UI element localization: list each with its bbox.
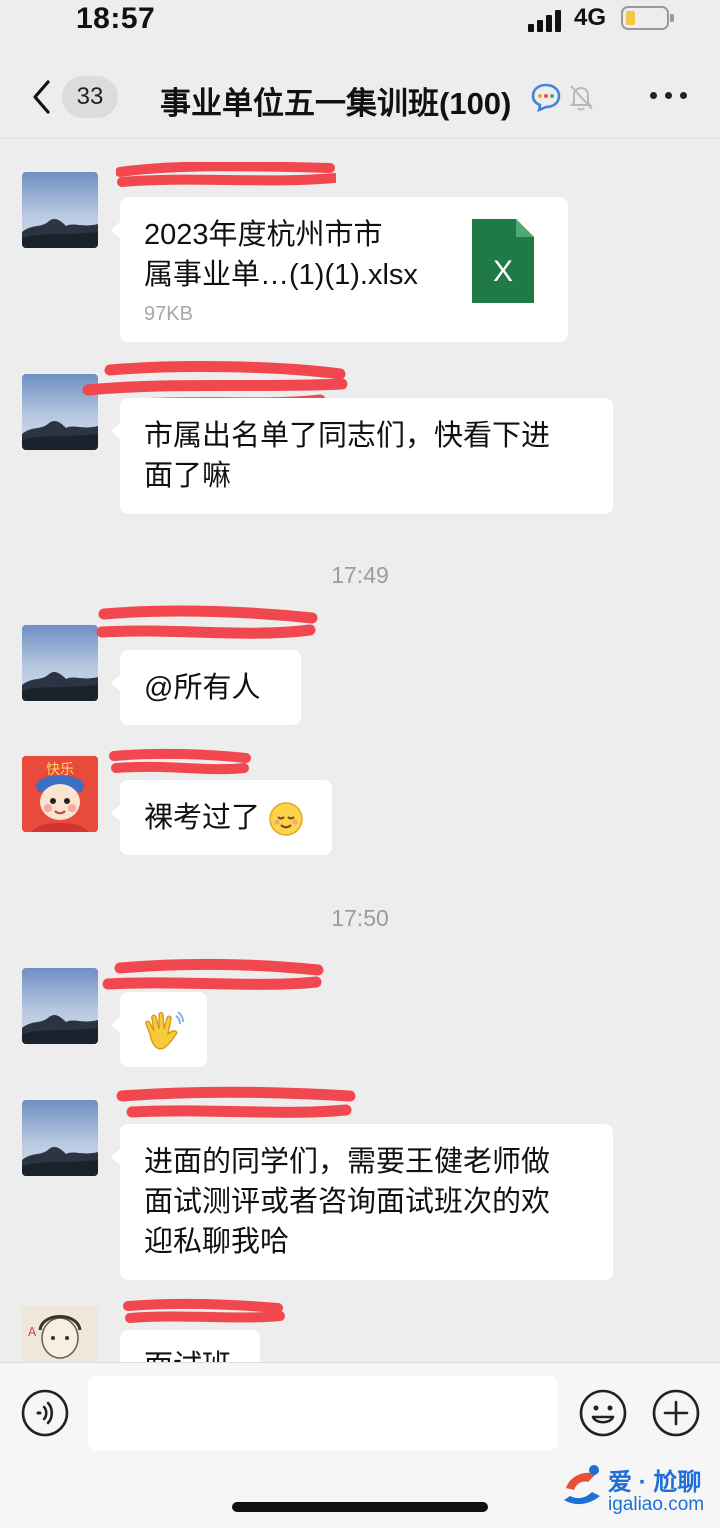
landscape-avatar[interactable] bbox=[22, 172, 98, 248]
landscape-avatar[interactable] bbox=[22, 968, 98, 1044]
nav-divider bbox=[0, 138, 720, 139]
voice-icon[interactable] bbox=[20, 1388, 70, 1438]
message-input[interactable] bbox=[88, 1376, 558, 1450]
watermark: 爱 · 尬聊 igaliao.com bbox=[556, 1460, 716, 1520]
excel-file-icon: X bbox=[472, 219, 534, 303]
sketch-avatar[interactable]: A bbox=[22, 1306, 98, 1362]
file-message-bubble[interactable]: 2023年度杭州市市 属事业单…(1)(1).xlsx 97KB X bbox=[111, 197, 568, 342]
more-icon[interactable] bbox=[650, 92, 688, 102]
sender-name-redacted bbox=[116, 162, 336, 187]
watermark-logo-icon bbox=[564, 1465, 600, 1505]
text-message-bubble[interactable]: 面试班 bbox=[120, 1330, 260, 1364]
status-time: 18:57 bbox=[76, 2, 156, 35]
landscape-avatar[interactable] bbox=[22, 1100, 98, 1176]
sender-name-redacted bbox=[120, 1298, 286, 1326]
sender-name-redacted bbox=[108, 748, 252, 778]
sender-name-redacted bbox=[112, 1086, 356, 1124]
svg-text:A: A bbox=[28, 1325, 37, 1339]
svg-text:X: X bbox=[493, 255, 513, 288]
watermark-text: 爱 · 尬聊 bbox=[608, 1469, 702, 1496]
sender-name-redacted bbox=[100, 958, 324, 996]
chat-title[interactable]: 事业单位五一集训班(100) bbox=[160, 78, 511, 123]
file-size: 97KB bbox=[144, 303, 193, 325]
text-message-bubble[interactable]: 裸考过了 bbox=[111, 780, 332, 855]
emoji-icon[interactable] bbox=[578, 1388, 628, 1438]
watermark-url: igaliao.com bbox=[608, 1494, 705, 1515]
signal-icon bbox=[528, 10, 564, 32]
text-message-bubble[interactable]: 市属出名单了同志们，快看下进 面了嘛 bbox=[111, 398, 613, 514]
network-type: 4G bbox=[574, 4, 607, 31]
relieved-face-emoji bbox=[269, 802, 303, 837]
group-chat-icon bbox=[531, 83, 561, 112]
sender-name-redacted bbox=[96, 604, 320, 646]
battery-icon bbox=[621, 6, 674, 30]
unread-count-badge[interactable]: 33 bbox=[62, 76, 118, 118]
back-chevron-icon[interactable] bbox=[28, 78, 64, 116]
home-indicator bbox=[232, 1502, 488, 1512]
text-message-bubble[interactable]: @所有人 bbox=[111, 650, 301, 725]
plus-icon[interactable] bbox=[651, 1388, 701, 1438]
timestamp-divider: 17:49 bbox=[331, 562, 389, 588]
cartoon-avatar[interactable]: 快乐 bbox=[22, 756, 98, 832]
text-message-bubble[interactable]: 进面的同学们，需要王健老师做 面试测评或者咨询面试班次的欢 迎私聊我哈 bbox=[111, 1124, 613, 1280]
timestamp-divider: 17:50 bbox=[331, 905, 389, 931]
emoji-message-bubble[interactable] bbox=[111, 992, 207, 1067]
mute-bell-icon bbox=[569, 85, 593, 111]
landscape-avatar[interactable] bbox=[22, 625, 98, 701]
waving-hand-emoji bbox=[145, 1011, 184, 1050]
file-name: 2023年度杭州市市 属事业单…(1)(1).xlsx bbox=[144, 219, 418, 291]
